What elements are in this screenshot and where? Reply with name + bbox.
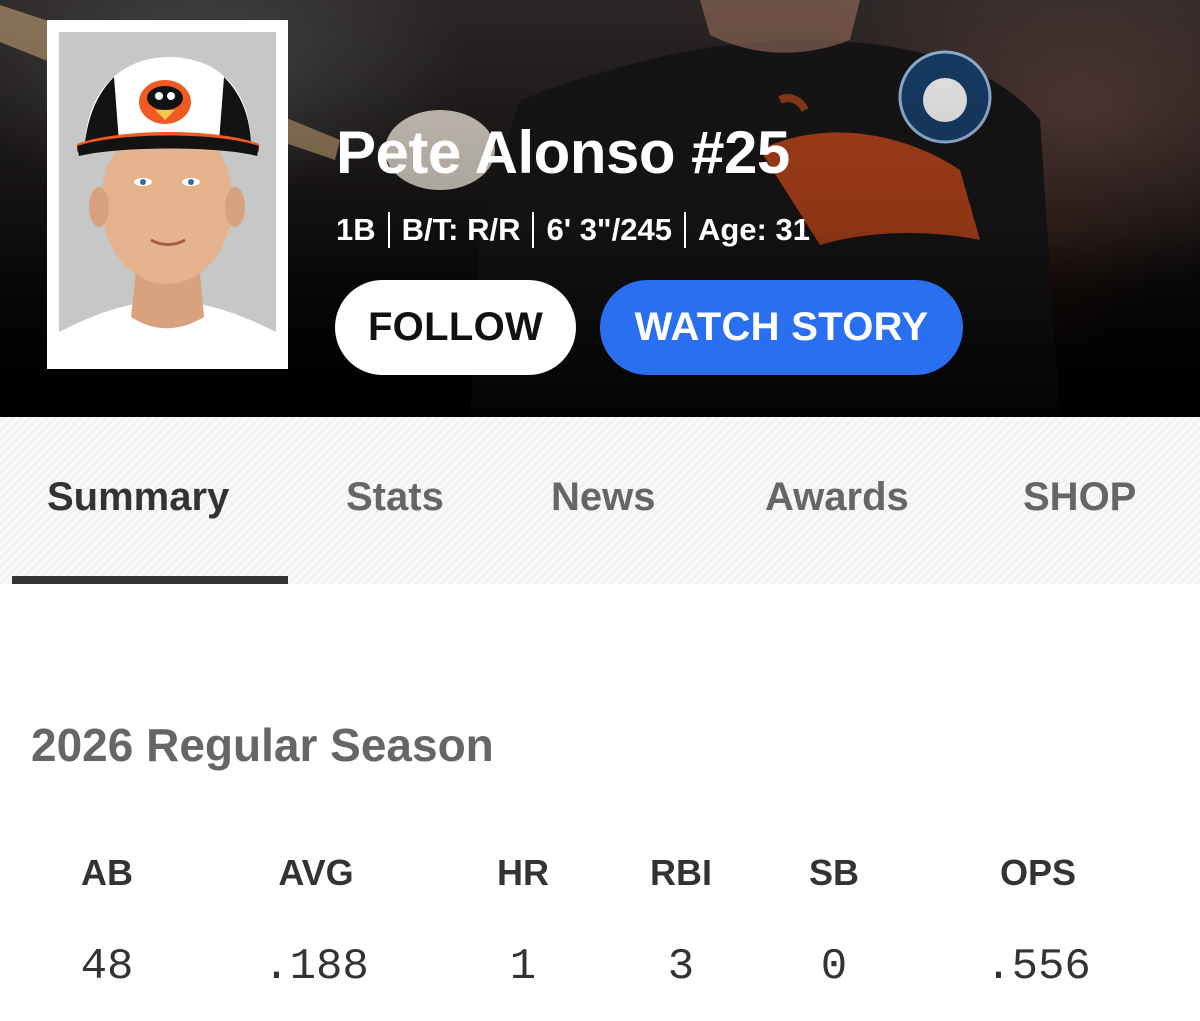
active-tab-indicator (12, 576, 288, 584)
tab-shop[interactable]: SHOP (1023, 475, 1136, 520)
meta-divider (532, 212, 535, 248)
player-headshot (59, 32, 276, 357)
follow-button[interactable]: FOLLOW (335, 280, 576, 375)
tab-stats[interactable]: Stats (346, 475, 444, 520)
player-headshot-frame (47, 20, 288, 369)
stat-avg: AVG .188 (216, 850, 416, 992)
season-title: 2026 Regular Season (31, 719, 494, 771)
stat-label: SB (808, 852, 859, 893)
player-bio-line: 1B B/T: R/R 6' 3"/245 Age: 31 (336, 208, 810, 252)
player-height-weight: 6' 3"/245 (546, 212, 672, 247)
stat-value: 48 (80, 942, 134, 992)
stat-ab: AB 48 (7, 850, 207, 992)
player-tabs: Summary Stats News Awards SHOP (0, 417, 1200, 584)
meta-divider (387, 212, 390, 248)
player-position: 1B (336, 212, 376, 247)
tab-summary[interactable]: Summary (47, 475, 229, 520)
player-name: Pete Alonso #25 (336, 119, 790, 186)
stat-sb: SB 0 (734, 850, 934, 992)
stat-ops: OPS .556 (938, 850, 1138, 992)
tab-news[interactable]: News (551, 475, 656, 520)
stat-value: 0 (820, 942, 848, 992)
stat-label: OPS (999, 852, 1077, 893)
stat-label: AB (81, 852, 133, 893)
stat-label: AVG (278, 852, 354, 893)
meta-divider (683, 212, 686, 248)
stat-value: .188 (263, 942, 369, 992)
player-age: Age: 31 (697, 212, 810, 247)
stat-value: .556 (985, 942, 1091, 992)
watch-story-button[interactable]: WATCH STORY (600, 280, 963, 375)
player-bats-throws: B/T: R/R (401, 212, 521, 247)
player-hero: Pete Alonso #25 1B B/T: R/R 6' 3"/245 Ag… (0, 0, 1200, 417)
tab-awards[interactable]: Awards (765, 475, 909, 520)
